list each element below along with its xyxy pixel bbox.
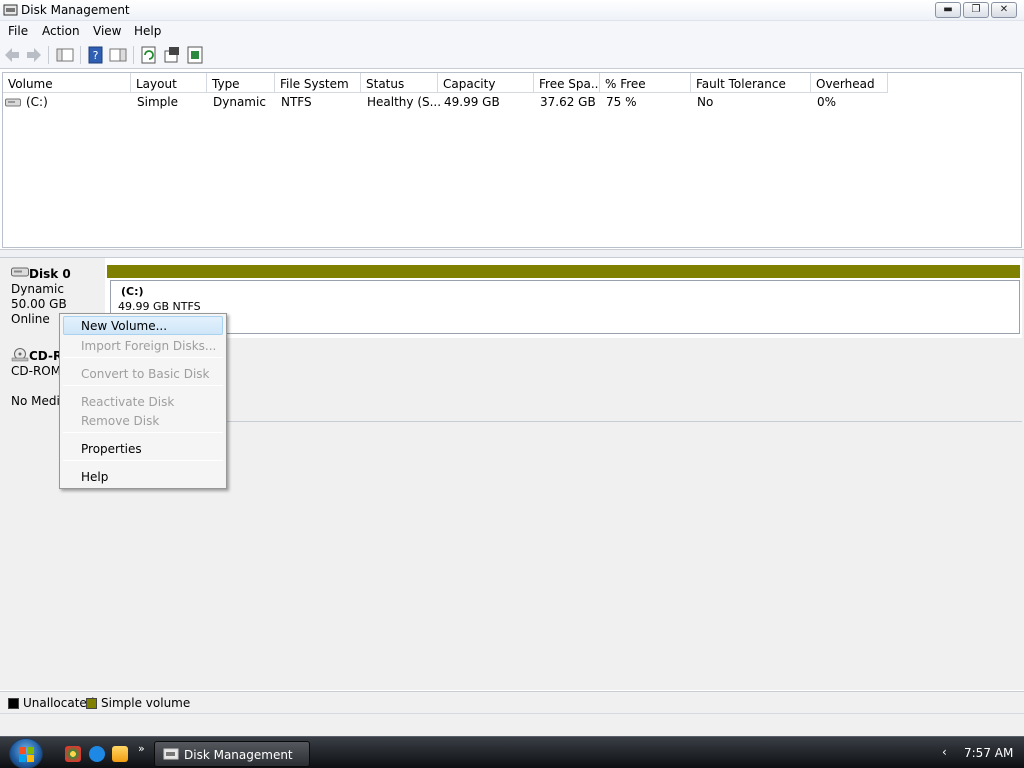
- disk-0-name: Disk 0: [29, 267, 71, 281]
- menu-item-reactivate-disk[interactable]: Reactivate Disk: [63, 392, 223, 411]
- cd-drive-icon: [11, 348, 29, 362]
- cell-type: Dynamic: [213, 95, 266, 109]
- start-button[interactable]: [9, 738, 43, 768]
- chrome-icon[interactable]: [65, 746, 81, 762]
- taskbar-button-label: Disk Management: [184, 748, 293, 762]
- menu-file[interactable]: File: [8, 24, 28, 38]
- restore-button[interactable]: ❐: [963, 2, 989, 18]
- column-header-file-system[interactable]: File System: [275, 73, 361, 93]
- simple-volume-bar: [107, 265, 1020, 278]
- column-header-percent-free[interactable]: % Free: [600, 73, 691, 93]
- column-header-volume[interactable]: Volume: [3, 73, 131, 93]
- disk-0-size: 50.00 GB: [11, 297, 67, 311]
- internet-explorer-icon[interactable]: [89, 746, 105, 762]
- cdrom-name: CD-R: [29, 349, 63, 363]
- disk-icon: [11, 267, 29, 277]
- toolbar-separator: [80, 46, 81, 64]
- legend-simple-volume: Simple volume: [101, 696, 191, 710]
- show-action-pane-icon[interactable]: [108, 45, 128, 65]
- menu-separator: [63, 357, 223, 358]
- column-header-layout[interactable]: Layout: [131, 73, 207, 93]
- menu-item-convert-to-basic-disk[interactable]: Convert to Basic Disk: [63, 364, 223, 383]
- title-bar[interactable]: Disk Management ▬ ❐ ✕: [0, 0, 1024, 21]
- disk-management-icon: [3, 4, 18, 16]
- refresh-icon[interactable]: [139, 45, 159, 65]
- window-title: Disk Management: [21, 3, 130, 17]
- cell-layout: Simple: [137, 95, 178, 109]
- cell-free-space: 37.62 GB: [540, 95, 596, 109]
- volume-c-partition[interactable]: (C:) 49.99 GB NTFS: [110, 280, 1020, 334]
- column-header-overhead[interactable]: Overhead: [811, 73, 888, 93]
- menu-action[interactable]: Action: [42, 24, 80, 38]
- legend-unallocated: Unallocated: [23, 696, 95, 710]
- menu-bar: File Action View Help: [0, 21, 1024, 41]
- help-icon[interactable]: ?: [86, 45, 106, 65]
- simple-volume-swatch: [86, 698, 97, 709]
- cell-percent-free: 75 %: [606, 95, 637, 109]
- cell-volume: (C:): [26, 95, 48, 109]
- context-menu: New Volume... Import Foreign Disks... Co…: [59, 313, 227, 489]
- disk-0-type: Dynamic: [11, 282, 64, 296]
- clock[interactable]: 7:57 AM: [964, 746, 1013, 760]
- legend: Unallocated Simple volume: [0, 691, 1024, 713]
- menu-separator: [63, 432, 223, 433]
- cell-capacity: 49.99 GB: [444, 95, 500, 109]
- cell-status: Healthy (S...: [367, 95, 442, 109]
- taskbar: » Disk Management ‹ 7:57 AM: [0, 736, 1024, 768]
- menu-item-help[interactable]: Help: [63, 467, 223, 486]
- menu-view[interactable]: View: [93, 24, 121, 38]
- toolbar: ?: [0, 41, 1024, 69]
- pane-splitter[interactable]: [0, 249, 1024, 258]
- menu-separator: [63, 385, 223, 386]
- partition-detail: 49.99 GB NTFS: [118, 300, 201, 313]
- svg-text:?: ?: [93, 49, 99, 62]
- close-icon: ✕: [999, 4, 1009, 15]
- toolbar-separator: [133, 46, 134, 64]
- cdrom-type: CD-ROM: [11, 364, 62, 378]
- export-list-icon[interactable]: [185, 45, 205, 65]
- column-header-type[interactable]: Type: [207, 73, 275, 93]
- partition-name: (C:): [121, 285, 144, 298]
- show-hide-console-tree-icon[interactable]: [55, 45, 75, 65]
- back-arrow-icon[interactable]: [2, 45, 22, 65]
- cell-file-system: NTFS: [281, 95, 312, 109]
- menu-item-new-volume[interactable]: New Volume...: [63, 316, 223, 335]
- column-header-capacity[interactable]: Capacity: [438, 73, 534, 93]
- cell-fault-tolerance: No: [697, 95, 714, 109]
- forward-arrow-icon[interactable]: [24, 45, 44, 65]
- close-button[interactable]: ✕: [991, 2, 1017, 18]
- disk-0-status: Online: [11, 312, 50, 326]
- menu-item-properties[interactable]: Properties: [63, 439, 223, 458]
- properties-icon[interactable]: [162, 45, 182, 65]
- menu-item-import-foreign-disks[interactable]: Import Foreign Disks...: [63, 336, 223, 355]
- column-header-fault-tolerance[interactable]: Fault Tolerance: [691, 73, 811, 93]
- column-header-free-space[interactable]: Free Spa...: [534, 73, 600, 93]
- quicklaunch-chevron-icon[interactable]: »: [138, 742, 145, 755]
- status-bar: [0, 713, 1024, 736]
- toolbar-separator: [48, 46, 49, 64]
- show-hidden-icons-arrow[interactable]: ‹: [942, 745, 947, 759]
- menu-separator: [63, 460, 223, 461]
- menu-help[interactable]: Help: [134, 24, 161, 38]
- restore-icon: ❐: [971, 4, 981, 15]
- taskbar-disk-management-button[interactable]: Disk Management: [154, 741, 310, 767]
- minimize-button[interactable]: ▬: [935, 2, 961, 18]
- cell-overhead: 0%: [817, 95, 837, 109]
- disk-management-icon: [163, 748, 179, 760]
- column-header-status[interactable]: Status: [361, 73, 438, 93]
- minimize-icon: ▬: [943, 4, 953, 15]
- media-player-icon[interactable]: [112, 746, 128, 762]
- drive-icon: [5, 98, 21, 107]
- volume-list[interactable]: Volume Layout Type File System Status Ca…: [2, 72, 1022, 248]
- windows-logo-icon: [19, 747, 34, 762]
- unallocated-swatch: [8, 698, 19, 709]
- menu-item-remove-disk[interactable]: Remove Disk: [63, 411, 223, 430]
